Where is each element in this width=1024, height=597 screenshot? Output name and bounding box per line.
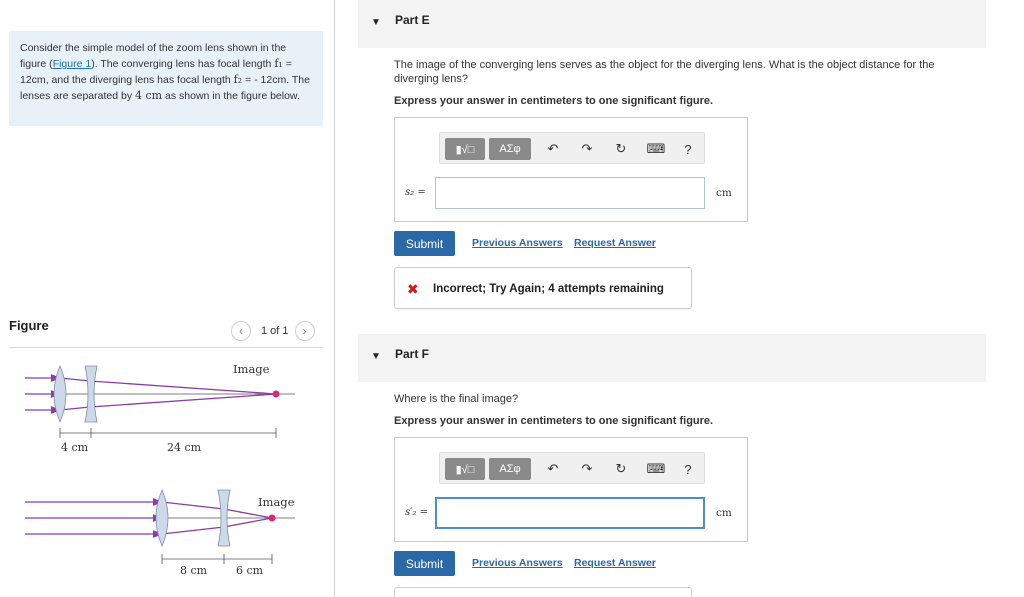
ray	[161, 526, 225, 535]
reset-icon[interactable]: ↻	[611, 459, 631, 479]
part-f-header[interactable]: ▼ Part F	[358, 334, 986, 382]
figure-title: Figure	[9, 318, 49, 333]
intro-text: , and the diverging lens has focal lengt…	[45, 74, 234, 86]
figure-page-count: 1 of 1	[261, 325, 289, 337]
converging-lens	[155, 488, 169, 548]
figure-pager: ‹ 1 of 1 ›	[231, 321, 315, 341]
problem-intro: Consider the simple model of the zoom le…	[9, 31, 323, 126]
zoom-lens-figure: Image 4 cm 24 cm Image 8 cm 6 cm	[25, 362, 295, 577]
caret-down-icon[interactable]: ▼	[371, 351, 381, 362]
unit-label: cm	[716, 187, 732, 199]
f1-symbol: f₁	[274, 57, 283, 70]
keyboard-icon[interactable]: ⌨	[645, 139, 667, 159]
part-f-question: Where is the final image?	[394, 393, 519, 405]
feedback-text: Incorrect; Try Again; 4 attempts remaini…	[433, 283, 664, 295]
intro-text: as shown in the figure below.	[162, 90, 300, 102]
dimension-label: 24 cm	[167, 441, 202, 454]
previous-answers-link[interactable]: Previous Answers	[472, 237, 563, 249]
chevron-right-icon[interactable]: ›	[294, 321, 315, 341]
undo-icon[interactable]: ↶	[543, 459, 563, 479]
image-point	[272, 390, 280, 398]
dimension-label: 8 cm	[180, 564, 208, 577]
ray	[223, 508, 273, 519]
figure-link[interactable]: Figure 1	[53, 58, 92, 70]
submit-button[interactable]: Submit	[394, 231, 455, 256]
image-point	[268, 514, 276, 522]
separation-value: 4 cm	[135, 89, 163, 102]
figure-divider	[9, 347, 323, 348]
part-f-answer-box: ▮√□ ΑΣφ ↶ ↷ ↻ ⌨ ? s′₂ = cm	[394, 437, 748, 542]
template-icon[interactable]: ▮√□	[445, 458, 485, 480]
f2-value: = - 12cm	[242, 74, 287, 86]
math-toolbar: ▮√□ ΑΣφ ↶ ↷ ↻ ⌨ ?	[439, 132, 705, 164]
left-panel: Consider the simple model of the zoom le…	[0, 0, 335, 597]
image-label: Image	[233, 362, 270, 376]
template-icon[interactable]: ▮√□	[445, 138, 485, 160]
math-toolbar: ▮√□ ΑΣφ ↶ ↷ ↻ ⌨ ?	[439, 452, 705, 484]
part-f-title: Part F	[395, 347, 430, 361]
undo-icon[interactable]: ↶	[543, 139, 563, 159]
keyboard-icon[interactable]: ⌨	[645, 459, 667, 479]
greek-symbols-button[interactable]: ΑΣφ	[489, 138, 531, 160]
bottom-diagram: Image 8 cm 6 cm	[25, 488, 295, 577]
answer-input[interactable]	[435, 177, 705, 209]
part-e-header[interactable]: ▼ Part E	[358, 0, 986, 48]
part-e-instruction: Express your answer in centimeters to on…	[394, 95, 714, 107]
f2-symbol: f₂	[233, 73, 243, 86]
intro-text: ). The converging lens has focal length	[91, 58, 275, 70]
ray	[223, 517, 273, 528]
redo-icon[interactable]: ↷	[577, 459, 597, 479]
unit-label: cm	[716, 507, 732, 519]
redo-icon[interactable]: ↷	[577, 139, 597, 159]
previous-answers-link[interactable]: Previous Answers	[472, 557, 563, 569]
help-button[interactable]: ?	[678, 139, 698, 159]
request-answer-link[interactable]: Request Answer	[574, 237, 656, 249]
help-button[interactable]: ?	[678, 459, 698, 479]
ray	[161, 501, 225, 510]
converging-lens	[53, 364, 67, 424]
part-e-answer-box: ▮√□ ΑΣφ ↶ ↷ ↻ ⌨ ? s₂ = cm	[394, 117, 748, 222]
dimension-label: 4 cm	[61, 441, 89, 454]
request-answer-link[interactable]: Request Answer	[574, 557, 656, 569]
greek-symbols-button[interactable]: ΑΣφ	[489, 458, 531, 480]
top-diagram: Image 4 cm 24 cm	[25, 362, 295, 454]
dimension-label: 6 cm	[236, 564, 264, 577]
part-e-question: The image of the converging lens serves …	[394, 59, 935, 85]
ray	[89, 393, 277, 408]
submit-button[interactable]: Submit	[394, 551, 455, 576]
x-icon: ✖	[407, 281, 419, 297]
caret-down-icon[interactable]: ▼	[371, 17, 381, 28]
part-e-title: Part E	[395, 13, 430, 27]
chevron-left-icon[interactable]: ‹	[231, 321, 251, 341]
feedback-message: ✖ Incorrect; Try Again; 4 attempts remai…	[394, 267, 692, 309]
image-label: Image	[258, 495, 295, 509]
next-feedback-stub	[394, 587, 692, 597]
reset-icon[interactable]: ↻	[611, 139, 631, 159]
ray	[89, 380, 277, 395]
variable-label: s₂ =	[405, 187, 426, 198]
part-f-instruction: Express your answer in centimeters to on…	[394, 415, 714, 427]
answer-input[interactable]	[435, 497, 705, 529]
variable-label: s′₂ =	[405, 507, 428, 518]
